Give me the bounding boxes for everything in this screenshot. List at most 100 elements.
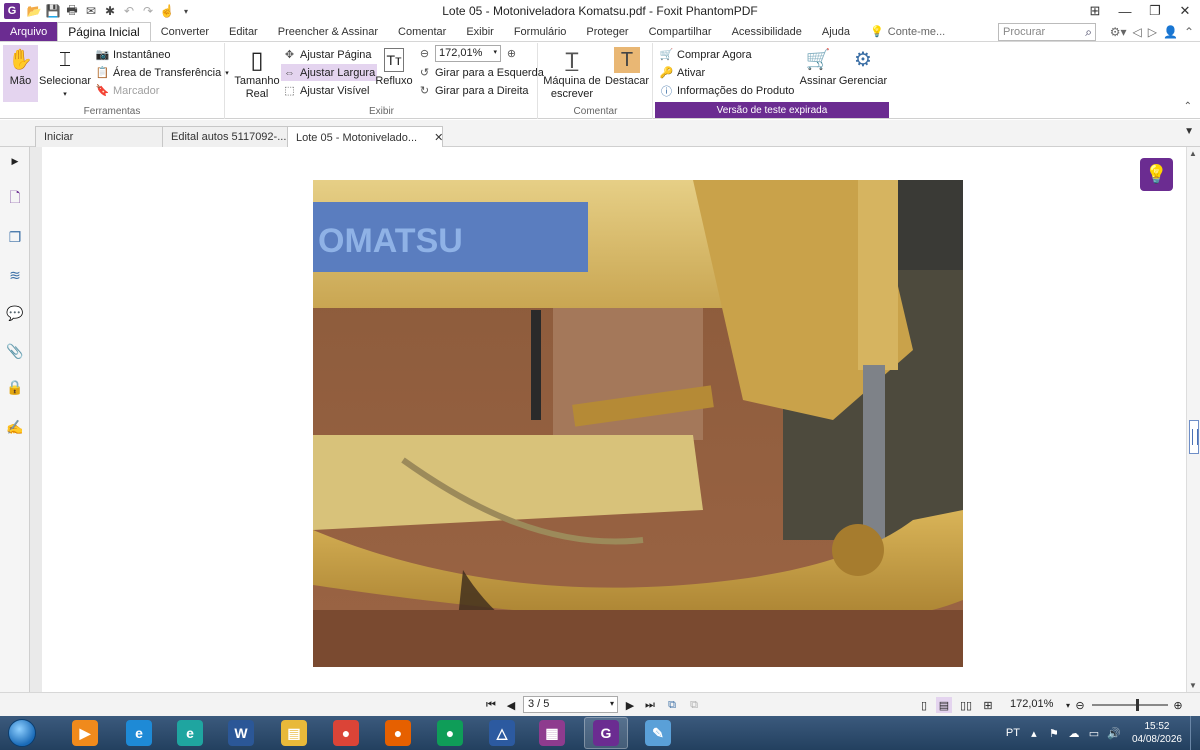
tab-iniciar[interactable]: Iniciar bbox=[35, 126, 163, 147]
zoom-dropdown-icon[interactable]: ▾ bbox=[493, 48, 497, 56]
pages-panel-icon[interactable]: ❐ bbox=[5, 227, 25, 247]
menu-file[interactable]: Arquivo bbox=[0, 22, 58, 41]
comments-panel-icon[interactable]: 💬 bbox=[5, 303, 25, 323]
taskbar-app-button[interactable]: ▤ bbox=[272, 717, 316, 749]
product-info-button[interactable]: ⓘ Informações do Produto bbox=[660, 82, 794, 99]
taskbar-app-button[interactable]: ▶ bbox=[63, 717, 107, 749]
tray-expand-icon[interactable]: ▴ bbox=[1026, 727, 1042, 740]
taskbar-clock[interactable]: 15:52 04/08/2026 bbox=[1132, 720, 1182, 746]
hand-tool-button[interactable]: ✋ Mão bbox=[3, 45, 38, 102]
foxit-logo-icon[interactable]: G bbox=[4, 3, 20, 19]
open-icon[interactable]: 📂 bbox=[26, 3, 42, 19]
facing-view-icon[interactable]: ▯▯ bbox=[958, 697, 974, 713]
taskbar-app-button[interactable]: e bbox=[168, 717, 212, 749]
show-desktop-button[interactable] bbox=[1190, 716, 1200, 750]
tray-onedrive-icon[interactable]: ☁ bbox=[1066, 727, 1082, 740]
save-icon[interactable]: 💾 bbox=[45, 3, 61, 19]
layers-panel-icon[interactable]: ≋ bbox=[5, 265, 25, 285]
highlight-button[interactable]: T Destacar bbox=[603, 45, 651, 88]
taskbar-app-button[interactable]: ✎ bbox=[636, 717, 680, 749]
previous-view-icon[interactable]: ⧉ bbox=[664, 697, 680, 713]
next-page-icon[interactable]: ▶ bbox=[622, 697, 638, 713]
menu-proteger[interactable]: Proteger bbox=[576, 22, 638, 41]
email-icon[interactable]: ✉ bbox=[83, 3, 99, 19]
tabs-list-dropdown-icon[interactable]: ▼ bbox=[1184, 126, 1194, 137]
next-view-icon[interactable]: ⧉ bbox=[686, 697, 702, 713]
user-icon[interactable]: 👤 bbox=[1163, 25, 1178, 39]
continuous-view-icon[interactable]: ▤ bbox=[936, 697, 952, 713]
hand-tool-qa-icon[interactable]: ☝ bbox=[159, 3, 175, 19]
menu-pagina-inicial[interactable]: Página Inicial bbox=[57, 22, 151, 41]
taskbar-app-button[interactable]: ● bbox=[376, 717, 420, 749]
tab-lote-05[interactable]: Lote 05 - Motonivelado... ✕ bbox=[287, 126, 443, 148]
print-icon[interactable]: 🖶 bbox=[64, 3, 80, 19]
buy-now-button[interactable]: 🛒 Comprar Agora bbox=[660, 46, 752, 63]
new-icon[interactable]: ✱ bbox=[102, 3, 118, 19]
menu-ajuda[interactable]: Ajuda bbox=[812, 22, 860, 41]
signatures-panel-icon[interactable]: ✍ bbox=[5, 417, 25, 437]
zoom-level-label[interactable]: 172,01% bbox=[1010, 698, 1053, 710]
close-tab-icon[interactable]: ✕ bbox=[434, 132, 443, 144]
vertical-scrollbar[interactable]: ▲ ▼ bbox=[1186, 147, 1200, 692]
security-panel-icon[interactable]: 🔒 bbox=[5, 377, 25, 397]
tray-flag-icon[interactable]: ⚑ bbox=[1046, 727, 1062, 740]
zoom-out-icon[interactable]: ⊖ bbox=[418, 47, 431, 60]
attachments-panel-icon[interactable]: 📎 bbox=[5, 341, 25, 361]
minimize-button[interactable]: — bbox=[1110, 0, 1140, 22]
manage-button[interactable]: ⚙ Gerenciar bbox=[839, 45, 887, 88]
collapse-ribbon-icon[interactable]: ⌃ bbox=[1184, 25, 1194, 39]
zoom-select[interactable]: 172,01% ▾ bbox=[435, 45, 501, 62]
menu-acessibilidade[interactable]: Acessibilidade bbox=[722, 22, 812, 41]
panel-splitter[interactable] bbox=[30, 147, 42, 692]
start-button[interactable] bbox=[3, 717, 41, 749]
maximize-button[interactable]: ❐ bbox=[1140, 0, 1170, 22]
search-icon[interactable]: ⌕ bbox=[1085, 25, 1092, 40]
status-zoom-out-icon[interactable]: ⊖ bbox=[1072, 697, 1088, 713]
scroll-up-icon[interactable]: ▲ bbox=[1189, 149, 1197, 158]
page-number-input[interactable]: 3 / 5 ▾ bbox=[523, 696, 618, 713]
sign-button[interactable]: 🛒 Assinar bbox=[800, 45, 837, 88]
actual-size-button[interactable]: ▯ Tamanho Real bbox=[231, 45, 283, 101]
taskbar-app-button[interactable]: e bbox=[117, 717, 161, 749]
ribbon-collapse-icon[interactable]: ⌃ bbox=[1184, 101, 1192, 112]
taskbar-app-button[interactable]: △ bbox=[480, 717, 524, 749]
zoom-slider-knob[interactable] bbox=[1136, 699, 1139, 711]
continuous-facing-view-icon[interactable]: ⊞ bbox=[980, 697, 996, 713]
tab-edital[interactable]: Edital autos 5117092-... bbox=[162, 126, 288, 147]
tray-power-icon[interactable]: ▭ bbox=[1086, 727, 1102, 740]
close-button[interactable]: ✕ bbox=[1170, 0, 1200, 22]
ribbon-display-icon[interactable]: ⊞ bbox=[1080, 0, 1110, 22]
fit-visible-button[interactable]: ⬚ Ajustar Visível bbox=[283, 82, 369, 99]
previous-page-icon[interactable]: ◀ bbox=[503, 697, 519, 713]
single-page-view-icon[interactable]: ▯ bbox=[916, 697, 932, 713]
taskbar-app-button[interactable]: W bbox=[219, 717, 263, 749]
back-icon[interactable]: ◁ bbox=[1133, 25, 1142, 39]
menu-formulario[interactable]: Formulário bbox=[504, 22, 577, 41]
tell-me[interactable]: 💡 Conte-me... bbox=[860, 22, 945, 41]
reflow-button[interactable]: Tт Refluxo bbox=[374, 45, 414, 88]
forward-icon[interactable]: ▷ bbox=[1148, 25, 1157, 39]
select-tool-button[interactable]: ⌶ Selecionar ▾ bbox=[39, 45, 91, 101]
expand-panel-icon[interactable]: ▶ bbox=[5, 151, 25, 171]
clipboard-button[interactable]: 📋 Área de Transferência ▾ bbox=[96, 64, 229, 81]
settings-gear-icon[interactable]: ⚙▾ bbox=[1110, 25, 1127, 39]
language-indicator[interactable]: PT bbox=[1006, 727, 1020, 739]
taskbar-app-button[interactable]: ● bbox=[428, 717, 472, 749]
last-page-icon[interactable]: ⏭ bbox=[642, 697, 658, 713]
menu-compartilhar[interactable]: Compartilhar bbox=[639, 22, 722, 41]
bookmark-button[interactable]: 🔖 Marcador bbox=[96, 82, 160, 99]
zoom-in-icon[interactable]: ⊕ bbox=[505, 47, 518, 60]
menu-preencher-assinar[interactable]: Preencher & Assinar bbox=[268, 22, 388, 41]
rotate-left-button[interactable]: ↺ Girar para a Esquerda bbox=[418, 64, 544, 81]
taskbar-app-button[interactable]: ● bbox=[324, 717, 368, 749]
activate-button[interactable]: 🔑 Ativar bbox=[660, 64, 705, 81]
undo-icon[interactable]: ↶ bbox=[121, 3, 137, 19]
tray-volume-icon[interactable]: 🔊 bbox=[1106, 727, 1122, 740]
rotate-right-button[interactable]: ↻ Girar para a Direita bbox=[418, 82, 529, 99]
menu-exibir[interactable]: Exibir bbox=[456, 22, 504, 41]
menu-converter[interactable]: Converter bbox=[151, 22, 219, 41]
fit-page-button[interactable]: ✥ Ajustar Página bbox=[283, 46, 372, 63]
menu-comentar[interactable]: Comentar bbox=[388, 22, 456, 41]
scroll-down-icon[interactable]: ▼ bbox=[1189, 681, 1197, 690]
search-input[interactable]: Procurar ⌕ bbox=[998, 23, 1096, 41]
